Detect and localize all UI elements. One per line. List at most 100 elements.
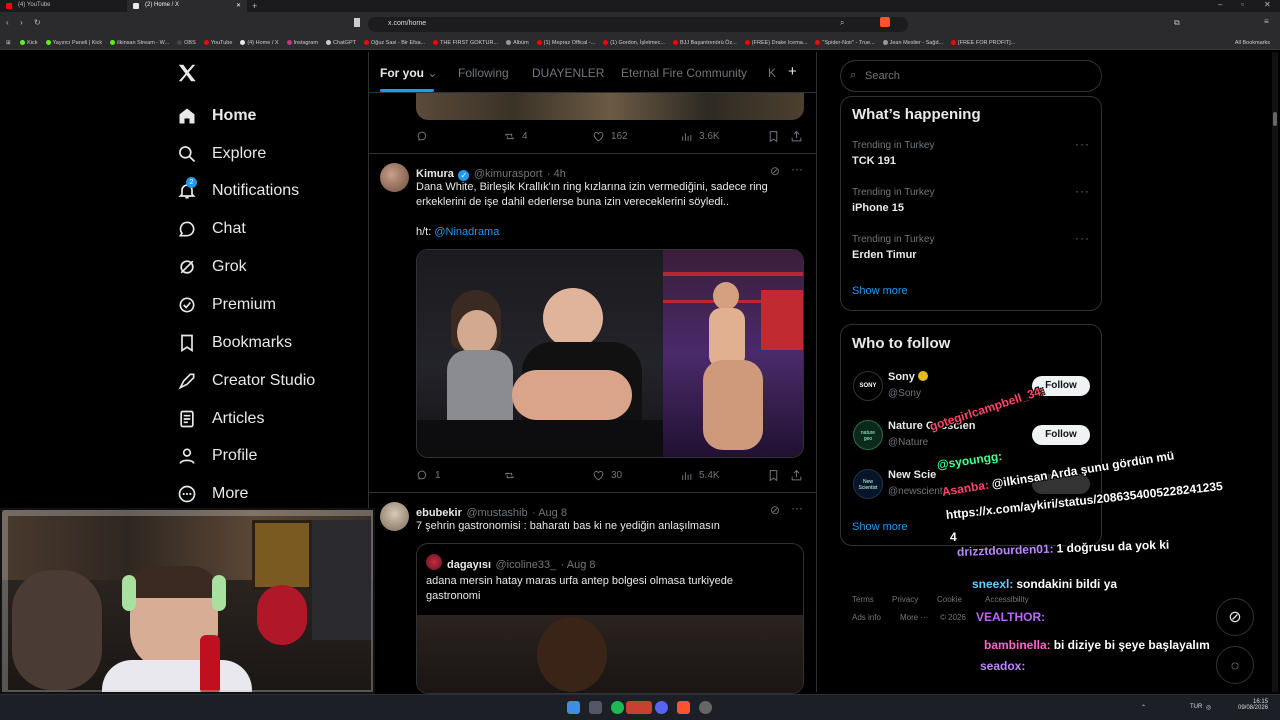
messages-fab-icon[interactable]: ◌ [1216,646,1254,684]
grok-icon[interactable]: ⊘ [770,503,780,517]
author-handle[interactable]: @mustashib [466,507,527,519]
bookmark-item[interactable]: THE FIRST GOKTUR... [433,40,498,46]
avatar[interactable] [380,163,409,192]
tab-eternal-fire[interactable]: Eternal Fire Community [621,66,747,80]
maximize-icon[interactable]: ▫ [1241,0,1244,9]
bookmark-item[interactable]: Yayıncı Paneli | Kick [45,40,102,46]
bookmark-item[interactable]: ChatGPT [326,40,356,46]
bookmark-item[interactable]: BJJ Başantrenörü Öz... [672,40,737,46]
author-handle[interactable]: @kimurasport [474,168,543,180]
footer-link[interactable]: Ads info [852,613,881,622]
new-tab-icon[interactable]: + [252,1,257,11]
browser-tab-youtube[interactable]: (4) YouTube [0,0,126,12]
obs-icon[interactable] [699,701,712,714]
bookmark-item[interactable]: OBS [177,40,196,46]
follow-name[interactable]: New Scie [888,469,936,481]
more-options-icon[interactable]: ··· [791,162,803,176]
bookmark-item[interactable]: "Spider-Noir" - True... [815,40,875,46]
tray-chevron-icon[interactable]: ⌃ [1141,704,1146,711]
nav-item-profile[interactable]: Profile [176,441,257,471]
brave-shield-icon[interactable] [880,17,890,27]
trend-more-icon[interactable]: ··· [1075,231,1090,245]
brave-icon[interactable] [677,701,690,714]
reply-button[interactable] [416,130,435,143]
search-input[interactable]: ⌕ Search [840,60,1102,92]
wifi-icon[interactable]: ◎ [1206,704,1211,711]
bookmark-item[interactable]: [FREE FOR PROFIT]... [951,40,1015,46]
menu-icon[interactable]: ≡ [1264,17,1269,26]
trend-more-icon[interactable]: ··· [1075,137,1090,151]
more-options-icon[interactable]: ··· [791,501,803,515]
sony-avatar[interactable]: SONY [853,371,883,401]
repost-button[interactable] [503,469,522,482]
reload-icon[interactable]: ↻ [34,18,41,27]
like-button[interactable]: 162 [592,130,628,143]
minimize-icon[interactable]: – [1218,0,1222,9]
author-name[interactable]: Kimura [416,168,454,180]
footer-link[interactable]: Cookie [937,595,962,604]
tab-following[interactable]: Following [458,66,509,80]
bookmark-item[interactable]: Instagram [286,40,318,46]
close-window-icon[interactable]: ✕ [1264,0,1271,9]
close-tab-icon[interactable]: ✕ [236,2,241,9]
scrollbar[interactable] [1272,52,1278,692]
show-more-link[interactable]: Show more [852,285,908,297]
trend-item[interactable]: TCK 191 [852,155,896,167]
nav-item-creator-studio[interactable]: Creator Studio [176,366,315,396]
grok-fab-icon[interactable]: ⊘ [1216,598,1254,636]
bookmark-item[interactable]: (1) Gordon, İşletmec... [603,40,665,46]
search-taskbar-icon[interactable] [589,701,602,714]
apps-icon[interactable]: ⊞ [6,40,11,46]
bookmark-button[interactable] [767,130,780,143]
bookmark-page-icon[interactable] [354,18,360,27]
bookmark-item[interactable]: YouTube [203,40,232,46]
show-more-link[interactable]: Show more [852,521,908,533]
footer-link[interactable]: © 2026 [940,613,966,622]
grok-icon[interactable]: ⊘ [770,164,780,178]
tab-for-you[interactable]: For you ⌄ [380,66,437,80]
footer-link[interactable]: Terms [852,595,874,604]
nav-item-home[interactable]: Home [176,101,256,131]
post-image-left[interactable] [417,250,663,457]
back-icon[interactable]: ‹ [6,18,9,27]
spotify-icon[interactable] [611,701,624,714]
mention-link[interactable]: @Ninadrama [434,226,499,238]
discord-icon[interactable] [655,701,668,714]
all-bookmarks[interactable]: All Bookmarks [1235,40,1270,46]
post-image-right[interactable] [663,250,803,457]
add-tab-icon[interactable]: + [788,63,797,80]
author-name[interactable]: ebubekir [416,507,462,519]
bookmark-item[interactable]: Jean Meslier - Sağd... [882,40,943,46]
nav-item-articles[interactable]: Articles [176,404,264,434]
footer-link[interactable]: Privacy [892,595,918,604]
app-thumbnail-icon[interactable] [626,701,652,714]
bookmark-item[interactable]: (1) Mepraz Offical -... [536,40,595,46]
bookmark-item[interactable]: Kick [20,40,38,46]
like-button[interactable]: 30 [592,469,622,482]
bookmark-button[interactable] [767,469,780,482]
reply-button[interactable]: 1 [416,469,441,482]
newscientist-avatar[interactable]: New Scientist [853,469,883,499]
nav-item-premium[interactable]: Premium [176,290,276,320]
post-image[interactable] [416,93,804,120]
forward-icon[interactable]: › [20,18,23,27]
zoom-icon[interactable]: ⌕ [840,18,844,28]
browser-tab-x[interactable]: (2) Home / X ✕ [127,0,247,12]
post-time[interactable]: · 4h [547,168,566,180]
footer-link[interactable]: More ··· [900,613,928,622]
post-media[interactable] [416,249,804,458]
trend-item[interactable]: iPhone 15 [852,202,904,214]
x-logo[interactable] [176,62,198,84]
share-button[interactable] [790,469,803,482]
nav-item-more[interactable]: More [176,479,248,509]
follow-name[interactable]: Sony [888,371,928,383]
views-button[interactable]: 3.6K [680,130,720,143]
bookmark-item[interactable]: Albüm [506,40,529,46]
follow-button[interactable]: Follow [1032,425,1090,445]
scrollbar-thumb[interactable] [1273,112,1277,126]
share-button[interactable] [790,130,803,143]
nav-item-grok[interactable]: Grok [176,252,247,282]
tab-duayenler[interactable]: DUAYENLER [532,66,604,80]
quoted-post[interactable]: dagayısı @icoline33_ · Aug 8 adana mersi… [416,543,804,694]
avatar[interactable] [380,502,409,531]
